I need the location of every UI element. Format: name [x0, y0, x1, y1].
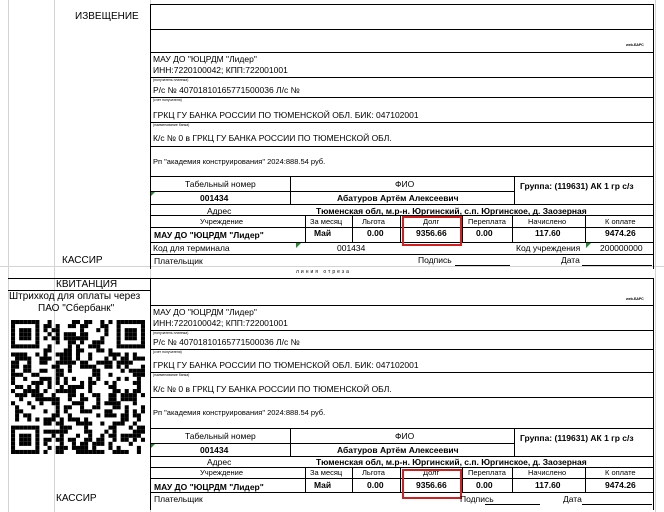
col-to-pay: К оплате — [605, 468, 636, 477]
date-label: Дата — [563, 494, 582, 504]
val-benefit: 0.00 — [367, 228, 384, 238]
corr-account: К/с № 0 в ГРКЦ ГУ БАНКА РОССИИ ПО ТЮМЕНС… — [153, 133, 392, 143]
val-to-pay: 9474.26 — [605, 480, 636, 490]
bank-caption: (наименование банка) — [153, 123, 190, 127]
institution-code-value: 200000000 — [600, 243, 643, 253]
logo: web-БАРС — [626, 43, 644, 47]
col-overpay: Переплата — [468, 468, 506, 477]
col-benefit: Льгота — [362, 217, 385, 226]
val-accrued: 117.60 — [535, 480, 561, 490]
recipient-name: МАУ ДО "ЮЦРДМ "Лидер" — [153, 307, 257, 317]
col-month: За месяц — [310, 217, 343, 226]
col-institution: Учреждение — [200, 217, 243, 226]
val-institution: МАУ ДО "ЮЦРДМ "Лидер" — [154, 230, 264, 240]
corr-account: К/с № 0 в ГРКЦ ГУ БАНКА РОССИИ ПО ТЮМЕНС… — [153, 384, 392, 394]
tab-number-header: Табельный номер — [185, 179, 256, 189]
val-to-pay: 9474.26 — [605, 228, 636, 238]
tab-number-value: 001434 — [200, 193, 229, 203]
recipient-caption: (получатель платежа) — [153, 331, 189, 335]
receipt-label: КВИТАНЦИЯ — [56, 279, 118, 290]
val-overpay: 0.00 — [476, 228, 493, 238]
payment-qr-code — [11, 320, 145, 454]
payment-purpose: Рп "академия конструирования" 2024:888.5… — [153, 157, 326, 166]
debt-highlight — [402, 216, 462, 246]
recipient-caption: (получатель платежа) — [153, 78, 189, 82]
fio-value: Абатуров Артём Алексеевич — [337, 193, 459, 203]
bank-caption: (наименование банка) — [153, 373, 190, 377]
date-label: Дата — [561, 255, 580, 265]
val-institution: МАУ ДО "ЮЦРДМ "Лидер" — [154, 482, 264, 492]
recipient-account: Р/с № 40701810165771500036 Л/с № — [153, 337, 300, 347]
barcode-caption-1: Штрихкод для оплаты через — [9, 291, 141, 302]
address-value: Тюменская обл, м.р-н. Юргинский, с.п. Юр… — [316, 457, 587, 467]
address-label: Адрес — [207, 457, 232, 467]
fio-header: ФИО — [395, 179, 415, 189]
tab-number-header: Табельный номер — [185, 431, 256, 441]
col-accrued: Начислено — [528, 217, 567, 226]
sign-label: Подпись — [460, 494, 494, 504]
col-benefit: Льгота — [362, 468, 385, 477]
col-accrued: Начислено — [528, 468, 567, 477]
cashier-label: КАССИР — [62, 255, 103, 266]
recipient-inn-kpp: ИНН:7220100042; КПП:722001001 — [153, 318, 288, 328]
notice-label: ИЗВЕЩЕНИЕ — [75, 11, 139, 22]
cashier-label: КАССИР — [56, 493, 97, 504]
debt-highlight — [402, 469, 462, 499]
group-label: Группа: (119631) АК 1 гр с/з — [520, 181, 634, 191]
recipient-name: МАУ ДО "ЮЦРДМ "Лидер" — [153, 54, 257, 64]
payer-signature-label: Плательщик — [154, 256, 203, 266]
bank-name: ГРКЦ ГУ БАНКА РОССИИ ПО ТЮМЕНСКОЙ ОБЛ. Б… — [153, 360, 419, 370]
col-overpay: Переплата — [468, 217, 506, 226]
fio-value: Абатуров Артём Алексеевич — [337, 445, 459, 455]
val-month: Май — [314, 480, 332, 490]
account-caption: (счет получателя) — [153, 350, 182, 354]
fio-header: ФИО — [395, 431, 415, 441]
sign-label: Подпись — [418, 255, 452, 265]
recipient-account: Р/с № 40701810165771500036 Л/с № — [153, 85, 300, 95]
val-overpay: 0.00 — [476, 480, 493, 490]
terminal-value: 001434 — [337, 243, 366, 253]
col-month: За месяц — [310, 468, 343, 477]
col-institution: Учреждение — [200, 468, 243, 477]
val-accrued: 117.60 — [535, 228, 561, 238]
payment-purpose: Рп "академия конструирования" 2024:888.5… — [153, 408, 326, 417]
cut-line-label: линия отреза — [296, 269, 351, 275]
account-caption: (счет получателя) — [153, 98, 182, 102]
terminal-label: Код для терминала — [153, 243, 230, 253]
institution-code-label: Код учреждения — [516, 243, 581, 253]
bank-name: ГРКЦ ГУ БАНКА РОССИИ ПО ТЮМЕНСКОЙ ОБЛ. Б… — [153, 110, 419, 120]
group-label: Группа: (119631) АК 1 гр с/з — [520, 433, 634, 443]
tab-number-value: 001434 — [200, 445, 229, 455]
recipient-inn-kpp: ИНН:7220100042; КПП:722001001 — [153, 65, 288, 75]
barcode-caption-2: ПАО "Сбербанк" — [38, 303, 115, 314]
col-to-pay: К оплате — [605, 217, 636, 226]
val-benefit: 0.00 — [367, 480, 384, 490]
logo: web-БАРС — [626, 297, 644, 301]
val-month: Май — [314, 228, 332, 238]
payer-signature-label: Плательщик — [154, 494, 203, 504]
